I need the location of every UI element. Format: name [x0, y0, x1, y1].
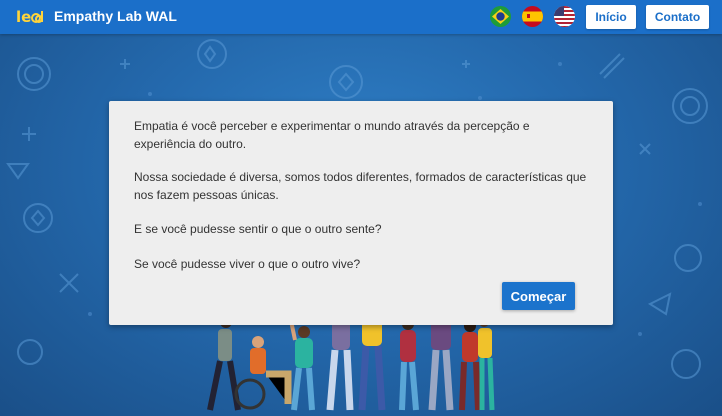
lead-logo[interactable]: le — [16, 7, 48, 27]
intro-card: Empatia é você perceber e experimentar o… — [109, 101, 613, 325]
intro-paragraph-1: Empatia é você perceber e experimentar o… — [134, 119, 530, 151]
spain-flag-icon[interactable] — [522, 6, 543, 27]
intro-paragraph-2: Nossa sociedade é diversa, somos todos d… — [134, 170, 587, 202]
app-title: Empathy Lab WAL — [54, 8, 177, 24]
brazil-flag-icon[interactable] — [490, 6, 511, 27]
top-navbar: le Empathy Lab WAL Início Contato — [0, 0, 722, 34]
usa-flag-icon[interactable] — [554, 6, 575, 27]
contact-button[interactable]: Contato — [646, 5, 709, 29]
home-button[interactable]: Início — [586, 5, 636, 29]
intro-paragraph-4: Se você pudesse viver o que o outro vive… — [134, 257, 361, 271]
svg-text:le: le — [16, 8, 31, 26]
start-button[interactable]: Começar — [502, 282, 575, 310]
intro-paragraph-3: E se você pudesse sentir o que o outro s… — [134, 222, 382, 236]
